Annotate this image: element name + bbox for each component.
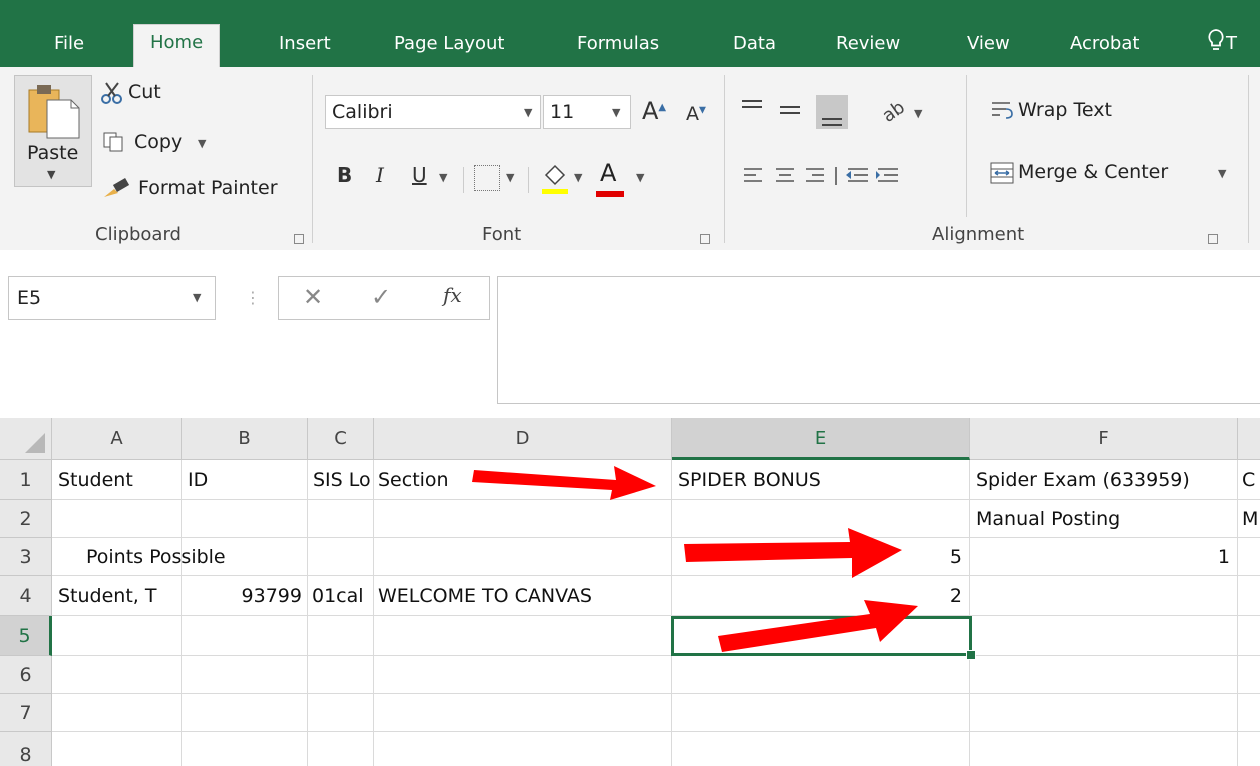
font-size-combo[interactable]: 11 ▼ — [543, 95, 631, 129]
copy-button[interactable]: Copy ▼ — [102, 131, 206, 157]
worksheet-grid[interactable]: A B C D E F 1 2 3 4 5 6 7 8 Student ID S… — [0, 418, 1260, 766]
ribbon-divider — [312, 75, 313, 243]
copy-dropdown-icon[interactable]: ▼ — [198, 137, 206, 150]
merge-center-icon — [990, 162, 1014, 184]
font-color-button[interactable]: A — [594, 159, 628, 199]
copy-label: Copy — [134, 131, 183, 153]
cut-label: Cut — [128, 81, 161, 103]
fill-color-dropdown-icon[interactable]: ▼ — [574, 171, 582, 184]
borders-icon[interactable] — [474, 165, 500, 191]
paste-label: Paste — [27, 142, 79, 164]
paste-button[interactable]: Paste ▼ — [14, 75, 92, 187]
format-painter-icon — [104, 178, 130, 197]
font-divider — [528, 167, 529, 193]
cut-button[interactable]: Cut — [100, 81, 161, 109]
alignment-group-label: Alignment — [932, 224, 1025, 245]
alignment-launcher-icon[interactable] — [1208, 234, 1218, 244]
tab-insert[interactable]: Insert — [263, 26, 347, 67]
clipboard-group-label: Clipboard — [95, 224, 181, 245]
font-name-dropdown-icon[interactable]: ▼ — [524, 106, 532, 119]
tab-view[interactable]: View — [951, 26, 1026, 67]
font-name-combo[interactable]: Calibri ▼ — [325, 95, 541, 129]
format-painter-label: Format Painter — [138, 177, 278, 199]
ribbon-home: Paste ▼ Cut Copy ▼ Format Painter Clipbo… — [0, 67, 1260, 251]
font-divider — [463, 167, 464, 193]
wrap-text-button[interactable]: Wrap Text — [990, 99, 1112, 127]
font-color-swatch — [596, 191, 624, 197]
vertical-alignment-icons[interactable] — [740, 93, 870, 133]
insert-function-button[interactable]: fx — [443, 283, 462, 307]
font-group-label: Font — [482, 224, 522, 245]
font-color-label: A — [600, 159, 617, 187]
tab-data[interactable]: Data — [717, 26, 792, 67]
merge-center-label: Merge & Center — [1018, 161, 1169, 183]
wrap-text-icon — [992, 102, 1013, 119]
formula-input[interactable] — [497, 276, 1260, 404]
font-launcher-icon[interactable] — [700, 234, 710, 244]
grow-font-button[interactable]: A▲ — [642, 97, 666, 125]
fill-color-button[interactable] — [540, 161, 570, 199]
tab-formulas[interactable]: Formulas — [561, 26, 675, 67]
orientation-icon[interactable]: ab — [878, 95, 914, 129]
italic-button[interactable]: I — [376, 163, 384, 187]
confirm-entry-icon[interactable]: ✓ — [371, 283, 391, 311]
clipboard-launcher-icon[interactable] — [294, 234, 304, 244]
annotation-arrow-e4 — [718, 600, 918, 652]
ribbon-tab-bar: File Home Insert Page Layout Formulas Da… — [0, 0, 1260, 68]
grow-font-label: A — [642, 97, 659, 125]
horizontal-alignment-icons[interactable] — [742, 165, 942, 191]
borders-dropdown-icon[interactable]: ▼ — [506, 171, 514, 184]
tab-tell-me[interactable]: T — [1222, 26, 1241, 67]
font-size-dropdown-icon[interactable]: ▼ — [612, 106, 620, 119]
scissors-icon — [101, 82, 122, 104]
orientation-dropdown-icon[interactable]: ▼ — [914, 107, 922, 120]
ribbon-divider — [1248, 75, 1249, 243]
cancel-entry-icon[interactable]: ✕ — [303, 283, 323, 311]
annotation-arrow-e3 — [684, 528, 902, 578]
shrink-font-label: A — [686, 103, 699, 125]
format-painter-button[interactable]: Format Painter — [102, 177, 278, 203]
font-name-value: Calibri — [332, 101, 393, 123]
paste-dropdown-icon[interactable]: ▼ — [47, 168, 55, 181]
name-box-value: E5 — [17, 287, 42, 309]
annotation-arrow-e1 — [472, 466, 656, 500]
shrink-font-button[interactable]: A▼ — [686, 103, 706, 125]
tab-review[interactable]: Review — [820, 26, 916, 67]
tab-file[interactable]: File — [38, 26, 100, 67]
copy-icon — [103, 132, 123, 152]
svg-text:ab: ab — [880, 97, 909, 125]
ribbon-divider — [724, 75, 725, 243]
underline-button[interactable]: U — [412, 163, 427, 187]
name-box[interactable]: E5 ▼ — [8, 276, 216, 320]
font-size-value: 11 — [550, 101, 575, 123]
tab-home[interactable]: Home — [133, 24, 221, 68]
wrap-text-label: Wrap Text — [1018, 99, 1112, 121]
merge-center-dropdown-icon[interactable]: ▼ — [1218, 167, 1226, 180]
bold-button[interactable]: B — [337, 163, 352, 187]
paint-bucket-icon — [542, 164, 568, 194]
tab-acrobat[interactable]: Acrobat — [1054, 26, 1155, 67]
paste-icon — [28, 85, 80, 139]
underline-dropdown-icon[interactable]: ▼ — [439, 171, 447, 184]
alignment-divider — [966, 75, 967, 217]
merge-center-button[interactable]: Merge & Center ▼ — [990, 161, 1226, 189]
formula-bar-grip-icon: ⋮ — [245, 288, 261, 307]
tab-page-layout[interactable]: Page Layout — [378, 26, 521, 67]
name-box-dropdown-icon[interactable]: ▼ — [193, 291, 201, 304]
font-color-dropdown-icon[interactable]: ▼ — [636, 171, 644, 184]
formula-buttons: ✕ ✓ fx — [278, 276, 490, 320]
annotation-arrows — [472, 466, 918, 652]
